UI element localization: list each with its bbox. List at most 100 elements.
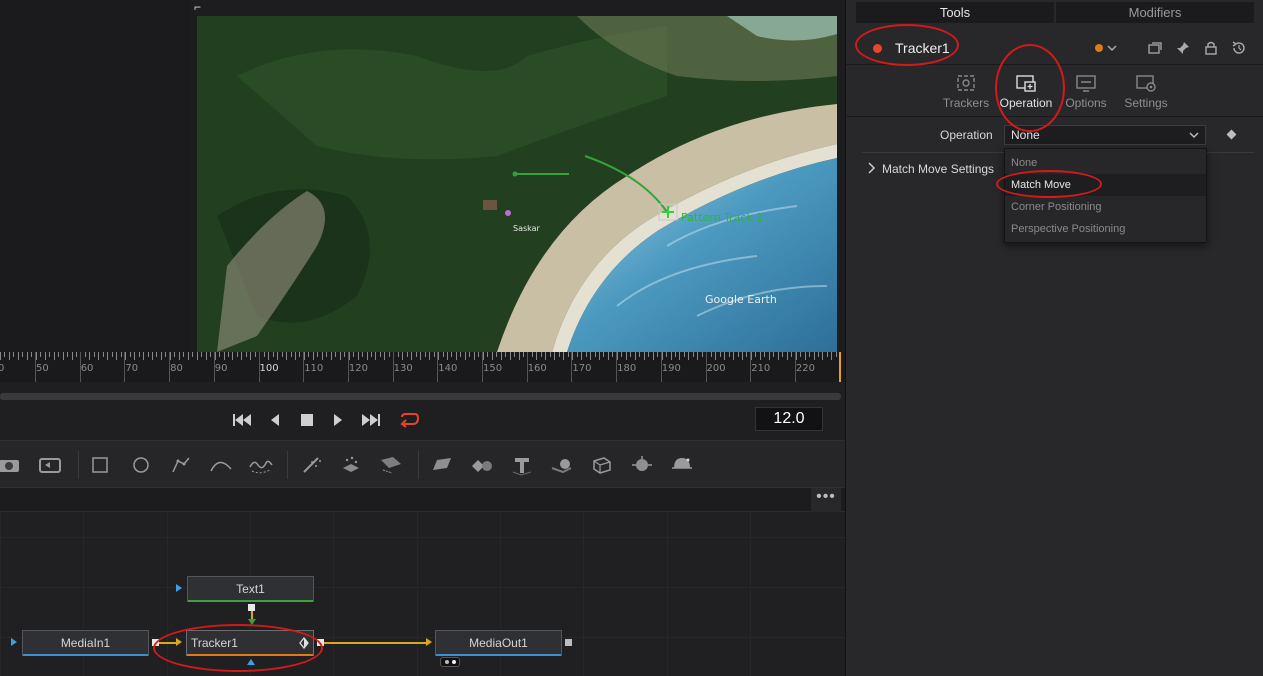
ruler-tick bbox=[612, 352, 614, 357]
ruler-tick bbox=[464, 352, 466, 360]
ruler-tick bbox=[737, 352, 739, 357]
inspector-subtabs: Trackers Operation Options Settings bbox=[846, 64, 1263, 116]
ruler-tick bbox=[545, 352, 547, 360]
ruler-tick bbox=[639, 352, 641, 357]
version-color-dot-icon[interactable] bbox=[1093, 40, 1117, 56]
ruler-tick bbox=[295, 352, 297, 360]
option-corner-positioning[interactable]: Corner Positioning bbox=[1005, 196, 1206, 218]
renderer-3d-icon[interactable] bbox=[628, 451, 656, 479]
stop-icon[interactable] bbox=[296, 409, 318, 431]
paint-icon[interactable] bbox=[247, 451, 275, 479]
ruler-tick bbox=[634, 352, 636, 360]
ruler-tick bbox=[0, 352, 1, 360]
node-mediaout1[interactable]: MediaOut1 bbox=[435, 630, 562, 656]
ruler-tick bbox=[701, 352, 703, 357]
playhead[interactable] bbox=[839, 352, 841, 382]
skip-to-end-icon[interactable] bbox=[360, 409, 382, 431]
rectangle-mask-icon[interactable] bbox=[86, 451, 114, 479]
lock-icon[interactable] bbox=[1203, 40, 1219, 56]
left-empty-panel bbox=[0, 0, 190, 352]
ruler-tick bbox=[183, 352, 185, 357]
reset-icon[interactable] bbox=[1231, 40, 1247, 56]
option-none[interactable]: None bbox=[1005, 152, 1206, 174]
option-match-move[interactable]: Match Move bbox=[1005, 174, 1206, 196]
time-ruler[interactable]: 0 50 60 70 80 90 100 110 120 130 140 150 160 170 180 19… bbox=[0, 352, 845, 382]
play-reverse-icon[interactable] bbox=[264, 409, 286, 431]
view-indicator-icon[interactable] bbox=[440, 657, 460, 667]
ruler-tick bbox=[402, 352, 404, 360]
ruler-tick bbox=[563, 352, 565, 360]
pixel-grid-icon[interactable] bbox=[377, 451, 405, 479]
ruler-tick bbox=[478, 352, 480, 357]
ruler-label: 130 bbox=[393, 363, 413, 374]
ruler-tick bbox=[102, 352, 104, 357]
skip-to-start-icon[interactable] bbox=[231, 409, 253, 431]
ruler-tick bbox=[473, 352, 475, 360]
node-editor[interactable]: Text1 MediaIn1 Tracker1 MediaOut1 bbox=[0, 512, 845, 676]
mediain-output-port[interactable] bbox=[152, 639, 159, 646]
chevron-right-icon bbox=[868, 162, 876, 174]
tab-options[interactable]: Options bbox=[1058, 71, 1114, 115]
ruler-tick bbox=[84, 352, 86, 357]
play-icon[interactable] bbox=[327, 409, 349, 431]
ruler-tick bbox=[384, 352, 386, 360]
tracker-output-port[interactable] bbox=[317, 639, 324, 646]
ruler-tick bbox=[554, 352, 556, 360]
timeline-scrollbar[interactable] bbox=[0, 393, 841, 400]
node-text1[interactable]: Text1 bbox=[187, 576, 314, 602]
shape-3d-icon[interactable] bbox=[548, 451, 576, 479]
ruler-tick bbox=[71, 352, 73, 360]
ruler-tick bbox=[388, 352, 390, 357]
merge-3d-icon[interactable] bbox=[468, 451, 496, 479]
mediaout-output-port[interactable] bbox=[565, 639, 572, 646]
text-3d-icon[interactable] bbox=[508, 451, 536, 479]
ruler-tick bbox=[724, 352, 726, 360]
keyframe-diamond-icon[interactable] bbox=[1226, 129, 1237, 140]
ruler-tick bbox=[8, 352, 10, 360]
pin-icon[interactable] bbox=[1175, 40, 1191, 56]
light-icon[interactable] bbox=[668, 451, 696, 479]
ruler-tick bbox=[299, 352, 301, 357]
media-in-icon[interactable] bbox=[0, 451, 24, 479]
more-options-button[interactable]: ••• bbox=[811, 488, 841, 512]
ruler-tick bbox=[290, 352, 292, 357]
tab-settings[interactable]: Settings bbox=[1118, 71, 1174, 115]
particle-render-icon[interactable] bbox=[337, 451, 365, 479]
ruler-tick bbox=[782, 352, 784, 357]
ruler-tick bbox=[835, 352, 837, 357]
transform-icon[interactable] bbox=[36, 451, 64, 479]
option-perspective-positioning[interactable]: Perspective Positioning bbox=[1005, 218, 1206, 240]
tab-tools[interactable]: Tools bbox=[856, 2, 1054, 23]
polygon-mask-icon[interactable] bbox=[167, 451, 195, 479]
ellipse-mask-icon[interactable] bbox=[127, 451, 155, 479]
node-mediain1[interactable]: MediaIn1 bbox=[22, 630, 149, 656]
ruler-tick bbox=[406, 352, 408, 357]
current-time-field[interactable]: 12.0 bbox=[755, 407, 823, 431]
ruler-tick bbox=[227, 352, 229, 357]
text-node-output-port[interactable] bbox=[248, 604, 255, 611]
ruler-label: 150 bbox=[483, 363, 503, 374]
ruler-tick bbox=[379, 352, 381, 357]
loop-icon[interactable] bbox=[398, 409, 420, 431]
ruler-tick bbox=[585, 352, 587, 357]
ruler-tick bbox=[250, 352, 252, 360]
ruler-tick bbox=[53, 352, 55, 360]
node-tracker1[interactable]: Tracker1 bbox=[186, 630, 314, 656]
particle-emitter-icon[interactable] bbox=[298, 451, 326, 479]
image-plane-3d-icon[interactable] bbox=[428, 451, 456, 479]
ruler-tick bbox=[549, 352, 551, 357]
tab-modifiers[interactable]: Modifiers bbox=[1056, 2, 1254, 23]
tool-enabled-dot[interactable] bbox=[873, 44, 882, 53]
operation-select[interactable]: None bbox=[1004, 125, 1206, 145]
ruler-tick bbox=[116, 352, 118, 360]
bspline-mask-icon[interactable] bbox=[207, 451, 235, 479]
tab-operation[interactable]: Operation bbox=[998, 71, 1054, 115]
viewer[interactable]: Pattern Track 1 Saskar Google Earth bbox=[190, 0, 845, 352]
tab-trackers[interactable]: Trackers bbox=[938, 71, 994, 115]
ruler-tick bbox=[160, 352, 162, 360]
camera-3d-icon[interactable] bbox=[588, 451, 616, 479]
ruler-tick bbox=[219, 352, 221, 357]
ruler-label: 140 bbox=[438, 363, 458, 374]
ruler-tick bbox=[67, 352, 69, 357]
version-icon[interactable] bbox=[1147, 40, 1163, 56]
